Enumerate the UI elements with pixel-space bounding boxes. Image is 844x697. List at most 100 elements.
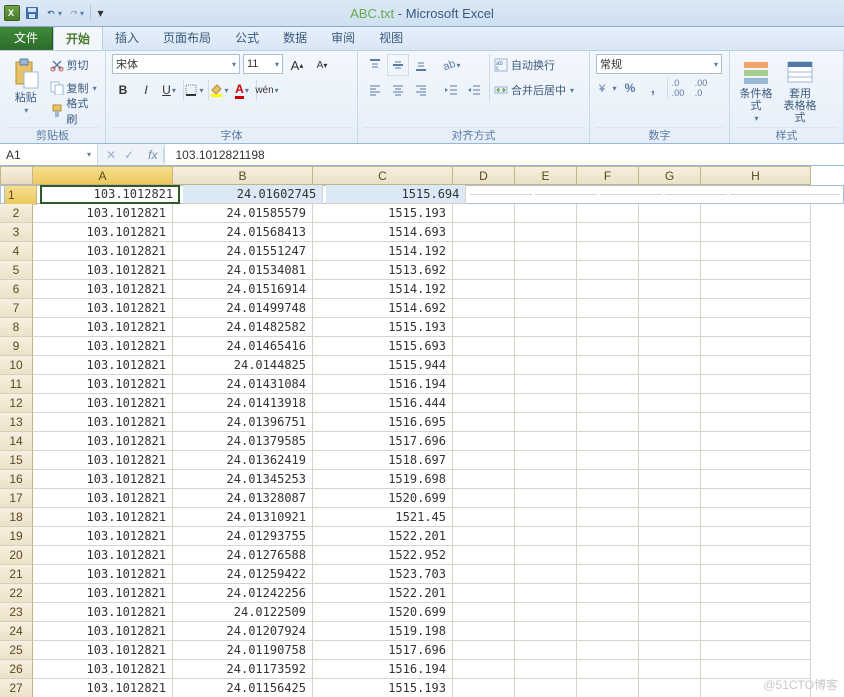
cell[interactable] [639,489,701,508]
grow-font-button[interactable]: A▴ [286,54,308,76]
cell[interactable] [701,508,811,527]
cell[interactable] [515,280,577,299]
cell[interactable] [639,413,701,432]
tab-公式[interactable]: 公式 [223,26,271,50]
cell[interactable] [453,432,515,451]
cell[interactable] [515,451,577,470]
cell[interactable] [577,603,639,622]
cell[interactable] [639,546,701,565]
cell[interactable]: 1516.444 [313,394,453,413]
cell[interactable] [515,508,577,527]
cell[interactable] [453,413,515,432]
cell[interactable] [453,242,515,261]
cell[interactable] [453,375,515,394]
cell[interactable]: 24.01585579 [173,204,313,223]
fx-icon[interactable]: fx [142,148,164,162]
cell[interactable] [577,546,639,565]
cell[interactable] [639,280,701,299]
cell[interactable] [453,660,515,679]
row-header[interactable]: 9 [0,337,33,356]
column-header-F[interactable]: F [577,166,639,185]
cell[interactable] [515,641,577,660]
cell[interactable] [639,565,701,584]
underline-button[interactable]: U▾ [158,79,180,101]
cell[interactable] [701,641,811,660]
cell[interactable] [701,413,811,432]
cell[interactable]: 24.01396751 [173,413,313,432]
cell[interactable]: 24.01242256 [173,584,313,603]
cell[interactable]: 1522.952 [313,546,453,565]
cell[interactable] [577,679,639,697]
cell[interactable]: 103.1012821 [33,622,173,641]
cell[interactable]: 103.1012821 [33,451,173,470]
cell[interactable]: 103.1012821 [33,223,173,242]
cell[interactable]: 1516.194 [313,660,453,679]
cell[interactable]: 1519.698 [313,470,453,489]
cell[interactable] [639,299,701,318]
cell[interactable] [639,204,701,223]
cell[interactable] [639,337,701,356]
cell[interactable]: 1518.697 [313,451,453,470]
cell[interactable] [515,299,577,318]
font-name-select[interactable]: 宋体▾ [112,54,240,74]
name-box[interactable]: A1▾ [0,144,98,165]
cell[interactable] [515,660,577,679]
align-bottom-button[interactable] [410,54,432,76]
cell[interactable] [453,451,515,470]
cell[interactable] [639,223,701,242]
cell[interactable] [701,565,811,584]
row-header[interactable]: 3 [0,223,33,242]
cell[interactable]: 1515.694 [326,185,466,204]
tab-开始[interactable]: 开始 [53,26,103,50]
cell[interactable] [515,546,577,565]
cell[interactable]: 1516.194 [313,375,453,394]
align-left-button[interactable] [364,79,386,101]
row-header[interactable]: 18 [0,508,33,527]
cell[interactable]: 1522.201 [313,584,453,603]
cell[interactable] [701,318,811,337]
cell[interactable]: 1523.703 [313,565,453,584]
cut-button[interactable]: 剪切 [50,54,99,76]
border-button[interactable]: ▾ [183,79,205,101]
cell[interactable]: 103.1012821 [33,527,173,546]
column-header-H[interactable]: H [701,166,811,185]
cell[interactable] [639,432,701,451]
cell[interactable]: 103.1012821 [33,489,173,508]
cell[interactable] [665,194,727,195]
cell[interactable] [701,223,811,242]
row-header[interactable]: 8 [0,318,33,337]
cell[interactable]: 103.1012821 [33,261,173,280]
cell[interactable]: 24.01431084 [173,375,313,394]
cell[interactable] [577,527,639,546]
cell[interactable] [577,622,639,641]
format-as-table-button[interactable]: 套用 表格格式 [780,54,820,124]
paste-button[interactable]: 粘贴 ▾ [6,54,46,115]
cell[interactable] [453,299,515,318]
cell[interactable]: 1514.192 [313,280,453,299]
cell[interactable] [577,565,639,584]
align-center-button[interactable] [387,79,409,101]
font-color-button[interactable]: A▾ [231,79,253,101]
column-header-B[interactable]: B [173,166,313,185]
cell[interactable]: 1515.944 [313,356,453,375]
cell[interactable]: 103.1012821 [33,584,173,603]
row-header[interactable]: 25 [0,641,33,660]
cell[interactable] [701,451,811,470]
qat-customize-icon[interactable]: ▾ [90,5,106,21]
tab-页面布局[interactable]: 页面布局 [151,26,223,50]
cell[interactable] [515,603,577,622]
cell[interactable] [577,413,639,432]
cell[interactable] [577,584,639,603]
cell[interactable]: 24.01516914 [173,280,313,299]
comma-button[interactable]: , [642,77,664,99]
cell[interactable] [453,394,515,413]
cell[interactable] [639,584,701,603]
cell[interactable] [577,375,639,394]
italic-button[interactable]: I [135,79,157,101]
cell[interactable]: 24.0122509 [173,603,313,622]
cell[interactable]: 103.1012821 [33,603,173,622]
cell[interactable] [639,451,701,470]
cell[interactable] [701,584,811,603]
cell[interactable]: 1521.45 [313,508,453,527]
increase-decimal-button[interactable]: .0.00 [667,77,689,99]
